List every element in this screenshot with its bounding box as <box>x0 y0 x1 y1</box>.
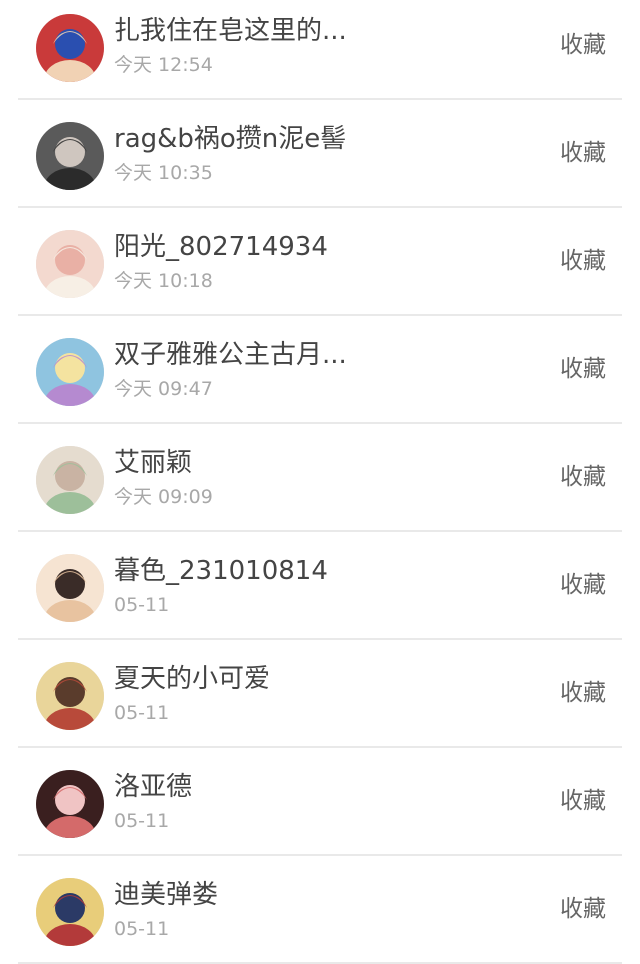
cartoon-boy-avatar-icon <box>36 14 104 82</box>
contact-row[interactable]: 迪美弹娄 05-11 收藏 <box>18 856 622 964</box>
avatar[interactable] <box>36 122 104 190</box>
anime-princess-avatar-icon <box>36 338 104 406</box>
contact-row[interactable]: 艾丽颖今天 09:09 收藏 <box>18 424 622 532</box>
favorite-button[interactable]: 收藏 <box>560 30 606 60</box>
contact-time: 05-11 <box>114 702 170 724</box>
contact-name: 暮色_231010814 <box>114 556 328 586</box>
contact-name: 扎我住在皂这里的... <box>114 16 347 46</box>
contact-time: 今天 09:47 <box>114 378 213 400</box>
contact-time: 05-11 <box>114 594 170 616</box>
contact-name: rag&b祸o攒n泥e髻 <box>114 124 347 154</box>
favorite-button[interactable]: 收藏 <box>560 894 606 924</box>
cartoon-characters-avatar-icon <box>36 662 104 730</box>
avatar[interactable] <box>36 770 104 838</box>
contact-row[interactable]: 阳光_802714934 今天 10:18 收藏 <box>18 208 622 316</box>
contact-row[interactable]: rag&b祸o攒n泥e髻今天 10:35 收藏 <box>18 100 622 208</box>
avatar[interactable] <box>36 230 104 298</box>
contact-name: 艾丽颖 <box>114 448 193 478</box>
contact-row[interactable]: 洛亚德 05-11 收藏 <box>18 748 622 856</box>
anime-girl-avatar-icon <box>36 230 104 298</box>
anime-girl-avatar-icon <box>36 446 104 514</box>
favorite-button[interactable]: 收藏 <box>560 678 606 708</box>
avatar[interactable] <box>36 446 104 514</box>
avatar[interactable] <box>36 14 104 82</box>
avatar[interactable] <box>36 338 104 406</box>
favorite-button[interactable]: 收藏 <box>560 786 606 816</box>
anime-girl-avatar-icon <box>36 770 104 838</box>
contact-time: 今天 09:09 <box>114 486 213 508</box>
contact-row[interactable]: 夏天的小可爱 05-11 收藏 <box>18 640 622 748</box>
contact-row[interactable]: 扎我住在皂这里的... 今天 12:54 收藏 <box>18 0 622 100</box>
favorite-button[interactable]: 收藏 <box>560 570 606 600</box>
avatar[interactable] <box>36 662 104 730</box>
contact-row[interactable]: 暮色_231010814 05-11 收藏 <box>18 532 622 640</box>
favorite-button[interactable]: 收藏 <box>560 462 606 492</box>
avatar[interactable] <box>36 554 104 622</box>
contact-time: 今天 10:18 <box>114 270 213 292</box>
contact-name: 洛亚德 <box>114 772 193 802</box>
contact-name: 夏天的小可爱 <box>114 664 271 694</box>
ink-painting-avatar-icon <box>36 554 104 622</box>
favorite-button[interactable]: 收藏 <box>560 246 606 276</box>
favorite-button[interactable]: 收藏 <box>560 354 606 384</box>
contact-time: 05-11 <box>114 810 170 832</box>
contact-name: 迪美弹娄 <box>114 880 219 910</box>
contact-row[interactable]: 双子雅雅公主古月... 今天 09:47 收藏 <box>18 316 622 424</box>
contact-time: 05-11 <box>114 918 170 940</box>
contact-name: 双子雅雅公主古月... <box>114 340 347 370</box>
boy-portrait-avatar-icon <box>36 122 104 190</box>
avatar[interactable] <box>36 878 104 946</box>
contact-time: 今天 10:35 <box>114 162 213 184</box>
contact-time: 今天 12:54 <box>114 54 213 76</box>
contact-list: 扎我住在皂这里的... 今天 12:54 收藏 rag&b祸o攒n泥e髻 今天 10:3… <box>0 0 640 964</box>
emblem-avatar-icon <box>36 878 104 946</box>
contact-name: 阳光_802714934 <box>114 232 328 262</box>
favorite-button[interactable]: 收藏 <box>560 138 606 168</box>
